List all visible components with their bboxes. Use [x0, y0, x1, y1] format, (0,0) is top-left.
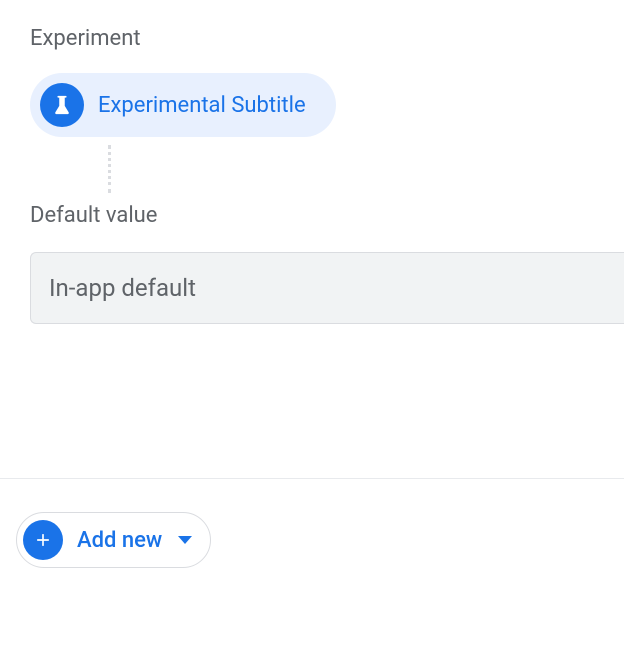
flask-icon [40, 83, 84, 127]
add-new-label: Add new [77, 528, 162, 553]
experiment-chip[interactable]: Experimental Subtitle [30, 73, 336, 137]
connector-line [108, 145, 111, 193]
main-content: Experiment Experimental Subtitle Default… [0, 0, 624, 324]
plus-icon [23, 520, 63, 560]
default-value-display[interactable]: In-app default [30, 252, 624, 324]
section-divider [0, 478, 624, 479]
default-value-text: In-app default [49, 274, 196, 302]
experiment-section-label: Experiment [30, 26, 624, 51]
chevron-down-icon [178, 536, 192, 544]
experiment-chip-label: Experimental Subtitle [98, 93, 306, 118]
default-value-label: Default value [30, 203, 624, 228]
add-new-button[interactable]: Add new [16, 512, 211, 568]
add-row: Add new [16, 512, 211, 568]
